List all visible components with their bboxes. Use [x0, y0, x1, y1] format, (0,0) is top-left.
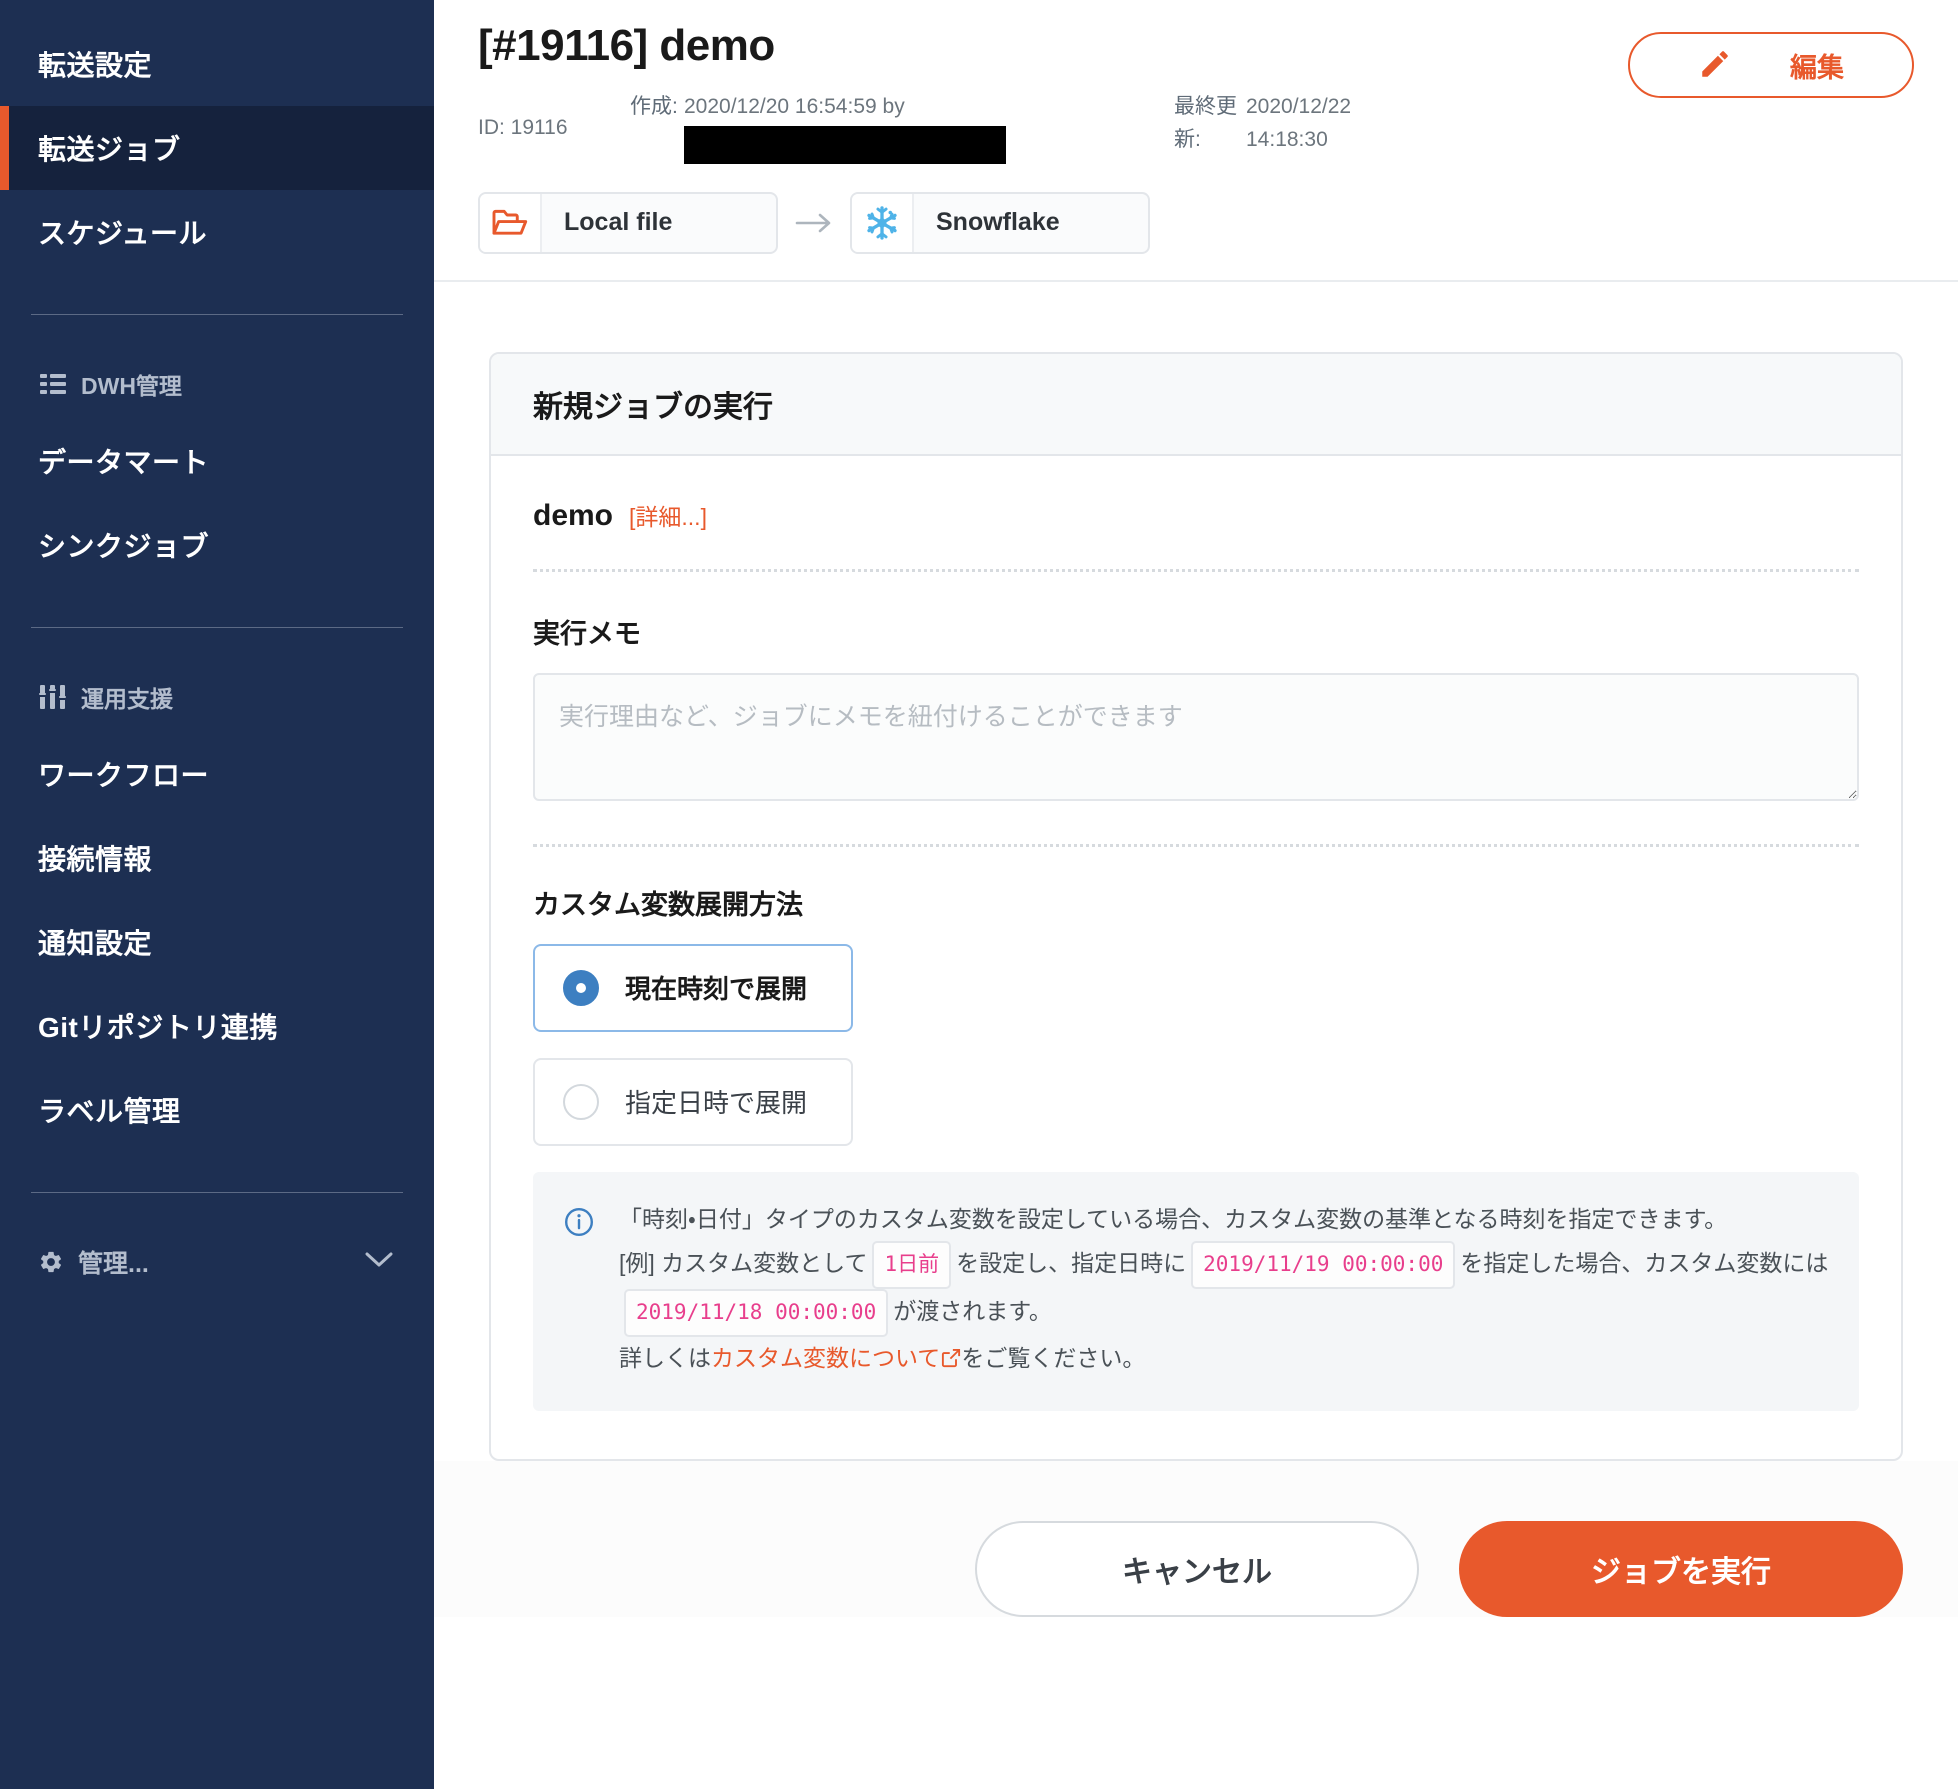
sidebar-item-label: データマート — [38, 447, 210, 478]
sidebar-item-notifications[interactable]: 通知設定 — [0, 900, 434, 984]
sidebar-item-sync-job[interactable]: シンクジョブ — [0, 503, 434, 587]
sidebar-group-ops: 運用支援 — [0, 668, 434, 726]
radio-label: 現在時刻で展開 — [625, 974, 808, 1005]
connector-destination-label: Snowflake — [936, 208, 1060, 237]
sidebar-item-label: スケジュール — [38, 218, 208, 249]
sidebar-item-label: ワークフロー — [38, 760, 210, 791]
sidebar-item-connections[interactable]: 接続情報 — [0, 816, 434, 900]
sliders-icon — [38, 684, 68, 710]
arrow-right-icon — [778, 211, 850, 235]
card-body: demo [詳細...] 実行メモ カスタム変数展開方法 現在時刻で展開 — [491, 456, 1901, 1459]
page-header: [#19116] demo ID: 19116 作成: 2020/12/20 1… — [434, 0, 1958, 282]
updated-date: 2020/12/22 — [1246, 95, 1352, 118]
card-divider-2 — [533, 843, 1859, 847]
connector-flow: Local file Snowflake — [478, 191, 1914, 254]
created-timestamp: 2020/12/20 16:54:59 by — [684, 95, 905, 118]
memo-field-label: 実行メモ — [533, 618, 641, 649]
info-text: 「時刻・日付」タイプのカスタム変数を設定している場合、カスタム変数の基準となる時… — [619, 1198, 1829, 1383]
connector-source[interactable]: Local file — [478, 191, 778, 254]
sidebar-divider-3 — [31, 1192, 403, 1193]
sidebar-item-label: 通知設定 — [38, 928, 153, 959]
main-content: [#19116] demo ID: 19116 作成: 2020/12/20 1… — [434, 0, 1958, 1789]
sidebar-item-git-repository[interactable]: Gitリポジトリ連携 — [0, 984, 434, 1068]
sidebar-item-transfer-settings[interactable]: 転送設定 — [0, 22, 434, 106]
sidebar-group-label: DWH管理 — [81, 373, 182, 399]
created-value-group: 2020/12/20 16:54:59 by — [684, 91, 1006, 164]
radio-indicator-selected — [563, 969, 599, 1006]
content-area: 新規ジョブの実行 demo [詳細...] 実行メモ カスタム変数展開方法 現在… — [434, 281, 1958, 1461]
sidebar-item-label: 転送ジョブ — [38, 134, 181, 165]
gear-icon — [38, 1249, 64, 1275]
pencil-icon — [1698, 47, 1732, 84]
job-name-row: demo [詳細...] — [533, 498, 1859, 569]
created-meta: 作成: 2020/12/20 16:54:59 by — [630, 91, 1006, 164]
job-name: demo — [533, 498, 614, 532]
info-line-2d: が渡されます。 — [893, 1298, 1052, 1325]
sidebar-divider-1 — [31, 314, 403, 315]
info-line-3a: 詳しくは — [619, 1345, 711, 1372]
updated-meta: 最終更新: 2020/12/22 14:18:30 — [1174, 91, 1351, 156]
info-circle-icon — [563, 1198, 597, 1383]
card-title: 新規ジョブの実行 — [491, 353, 1901, 456]
sidebar-item-workflow[interactable]: ワークフロー — [0, 732, 434, 816]
sidebar-item-label: ラベル管理 — [38, 1096, 181, 1127]
updated-label: 最終更新: — [1174, 95, 1237, 151]
sidebar: 転送設定 転送ジョブ スケジュール DWH管理 データマート シンクジョブ 運用… — [0, 0, 434, 1789]
sidebar-item-label: 管理... — [78, 1250, 149, 1278]
page-meta: ID: 19116 作成: 2020/12/20 16:54:59 by 最終更… — [478, 91, 1914, 164]
created-label: 作成: — [630, 95, 678, 118]
radio-indicator-unselected — [563, 1083, 599, 1120]
connector-destination[interactable]: Snowflake — [850, 191, 1150, 254]
sidebar-group-label: 運用支援 — [81, 686, 173, 712]
new-job-card: 新規ジョブの実行 demo [詳細...] 実行メモ カスタム変数展開方法 現在… — [489, 351, 1903, 1461]
cancel-button[interactable]: キャンセル — [975, 1520, 1419, 1617]
info-chip-2: 2019/11/19 00:00:00 — [1191, 1241, 1456, 1290]
edit-button[interactable]: 編集 — [1628, 32, 1914, 98]
info-line-2c: を指定した場合、カスタム変数には — [1460, 1250, 1829, 1277]
memo-input[interactable] — [533, 672, 1859, 801]
connector-source-label: Local file — [564, 208, 673, 237]
updated-time: 14:18:30 — [1246, 127, 1328, 151]
external-link-icon[interactable] — [941, 1339, 961, 1383]
snowflake-icon — [852, 193, 914, 252]
sidebar-item-data-mart[interactable]: データマート — [0, 419, 434, 503]
custom-variable-doc-link[interactable]: カスタム変数について — [711, 1345, 940, 1371]
job-detail-link[interactable]: [詳細...] — [629, 498, 707, 532]
edit-button-label: 編集 — [1790, 52, 1844, 83]
sidebar-item-label: 接続情報 — [38, 844, 153, 875]
updated-value-group: 2020/12/22 14:18:30 — [1246, 91, 1351, 156]
sidebar-item-label: 転送設定 — [38, 50, 153, 81]
job-id-label: ID: 19116 — [478, 116, 568, 139]
chevron-down-icon[interactable] — [364, 1248, 394, 1277]
database-list-icon — [38, 371, 68, 397]
info-chip-3: 2019/11/18 00:00:00 — [624, 1289, 889, 1338]
info-line-2b: を設定し、指定日時に — [956, 1250, 1187, 1277]
radio-expand-specified-datetime[interactable]: 指定日時で展開 — [533, 1057, 853, 1146]
info-line-3b: をご覧ください。 — [961, 1345, 1146, 1372]
card-divider-1 — [533, 568, 1859, 572]
sidebar-group-dwh: DWH管理 — [0, 355, 434, 413]
sidebar-item-label: シンクジョブ — [38, 531, 210, 562]
info-line-2a: [例] カスタム変数として — [619, 1250, 868, 1277]
folder-open-icon — [480, 193, 542, 252]
info-chip-1: 1日前 — [872, 1241, 952, 1290]
custom-var-info-box: 「時刻・日付」タイプのカスタム変数を設定している場合、カスタム変数の基準となる時… — [533, 1171, 1859, 1411]
sidebar-divider-2 — [31, 627, 403, 628]
sidebar-item-label: Gitリポジトリ連携 — [38, 1012, 278, 1043]
run-job-button[interactable]: ジョブを実行 — [1459, 1520, 1903, 1617]
radio-label: 指定日時で展開 — [625, 1088, 808, 1119]
app-root: 転送設定 転送ジョブ スケジュール DWH管理 データマート シンクジョブ 運用… — [0, 0, 1958, 1789]
info-line-1: 「時刻・日付」タイプのカスタム変数を設定している場合、カスタム変数の基準となる時… — [619, 1205, 1728, 1232]
created-user-redacted — [684, 125, 1006, 164]
sidebar-item-transfer-jobs[interactable]: 転送ジョブ — [0, 106, 434, 190]
sidebar-item-admin[interactable]: 管理... — [0, 1233, 434, 1291]
custom-var-label: カスタム変数展開方法 — [533, 889, 803, 920]
sidebar-item-schedule[interactable]: スケジュール — [0, 190, 434, 274]
radio-expand-current-time[interactable]: 現在時刻で展開 — [533, 943, 853, 1032]
footer-actions: キャンセル ジョブを実行 — [434, 1460, 1958, 1617]
sidebar-item-label-management[interactable]: ラベル管理 — [0, 1068, 434, 1152]
